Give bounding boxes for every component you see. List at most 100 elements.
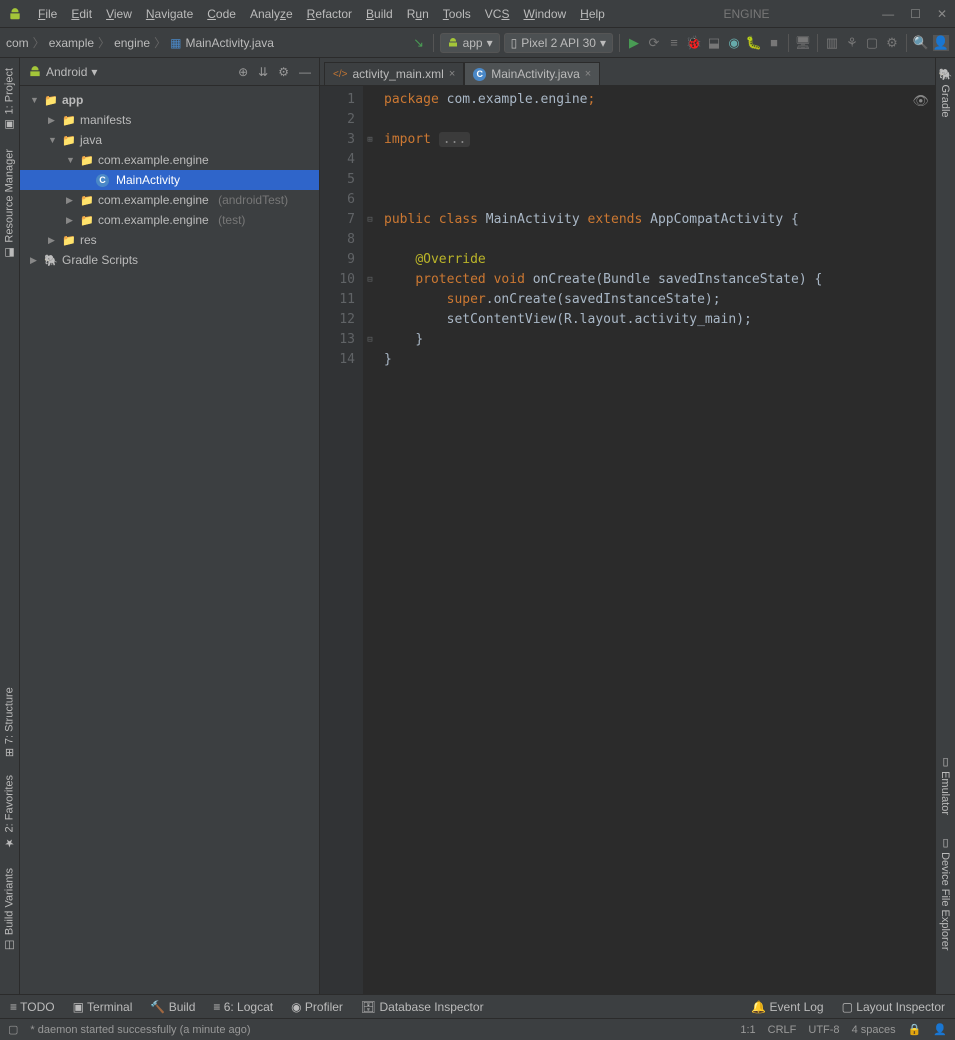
debug-icon[interactable]: 🐞: [686, 35, 702, 51]
close-tab-icon[interactable]: ×: [585, 68, 591, 80]
reader-mode-icon[interactable]: 👁: [912, 92, 929, 112]
user-icon[interactable]: 👤: [933, 35, 949, 51]
tree-node-app[interactable]: ▼📁app: [20, 90, 319, 110]
sdk-manager-icon[interactable]: ▥: [824, 35, 840, 51]
run-icon[interactable]: ▶: [626, 35, 642, 51]
sync-icon[interactable]: ↘: [411, 35, 427, 51]
gradle-icon: 🐘: [43, 254, 59, 267]
indent-setting[interactable]: 4 spaces: [852, 1024, 896, 1036]
stop-icon[interactable]: ■: [766, 35, 782, 51]
close-icon[interactable]: ✕: [937, 7, 947, 21]
bottom-tool-bar: ≡ TODO ▣ Terminal 🔨 Build ≡ 6: Logcat ◉ …: [0, 994, 955, 1018]
tree-node-package-test[interactable]: ▶📁com.example.engine (androidTest): [20, 190, 319, 210]
breadcrumb-item[interactable]: engine: [114, 36, 150, 50]
avd-manager-icon[interactable]: 🖥: [795, 35, 811, 51]
search-icon[interactable]: 🔍: [913, 35, 929, 51]
main-toolbar: com〉 example〉 engine〉 ▦ MainActivity.jav…: [0, 28, 955, 58]
run-config-selector[interactable]: app ▾: [440, 33, 500, 53]
tree-node-res[interactable]: ▶📁res: [20, 230, 319, 250]
left-tool-strip: ▣1: Project ◧Resource Manager ⊞7: Struct…: [0, 58, 20, 994]
coverage-icon[interactable]: ⬓: [706, 35, 722, 51]
tab-profiler[interactable]: ◉ Profiler: [291, 1000, 343, 1014]
tab-structure[interactable]: ⊞7: Structure: [1, 681, 18, 763]
menu-run[interactable]: Run: [401, 5, 435, 23]
menu-build[interactable]: Build: [360, 5, 399, 23]
tab-build-variants[interactable]: ◫Build Variants: [1, 862, 18, 958]
menu-bar: File Edit View Navigate Code Analyze Ref…: [0, 0, 955, 28]
tab-database[interactable]: 🗄 Database Inspector: [361, 1000, 484, 1014]
tab-emulator[interactable]: ▯ Emulator: [937, 749, 954, 821]
menu-refactor[interactable]: Refactor: [301, 5, 358, 23]
tab-event-log[interactable]: 🔔 Event Log: [751, 1000, 823, 1014]
menu-file[interactable]: File: [32, 5, 63, 23]
close-tab-icon[interactable]: ×: [449, 68, 455, 80]
editor-tabs: </> activity_main.xml × C MainActivity.j…: [320, 58, 935, 86]
menu-analyze[interactable]: Analyze: [244, 5, 299, 23]
android-icon: [28, 65, 42, 79]
menu-help[interactable]: Help: [574, 5, 611, 23]
tab-layout-inspector[interactable]: ▢ Layout Inspector: [842, 1000, 945, 1014]
apply-changes-icon[interactable]: ⟳: [646, 35, 662, 51]
tab-terminal[interactable]: ▣ Terminal: [73, 1000, 133, 1014]
tool-window-quick-access-icon[interactable]: ▢: [8, 1023, 18, 1036]
tab-resource-manager[interactable]: ◧Resource Manager: [1, 143, 18, 266]
class-icon: C: [473, 68, 486, 81]
menu-tools[interactable]: Tools: [437, 5, 477, 23]
lock-icon[interactable]: 🔒: [908, 1023, 922, 1036]
tree-node-package[interactable]: ▼📁com.example.engine: [20, 150, 319, 170]
menu-window[interactable]: Window: [517, 5, 572, 23]
inspection-icon[interactable]: 👤: [933, 1023, 947, 1036]
tree-node-gradle-scripts[interactable]: ▶🐘Gradle Scripts: [20, 250, 319, 270]
phone-icon: ▯: [511, 36, 518, 50]
tab-todo[interactable]: ≡ TODO: [10, 1000, 55, 1014]
target-icon[interactable]: ⊕: [238, 65, 248, 79]
profiler-icon[interactable]: ◉: [726, 35, 742, 51]
breadcrumb-item[interactable]: MainActivity.java: [185, 36, 273, 50]
editor-tab-xml[interactable]: </> activity_main.xml ×: [324, 62, 464, 85]
menu-edit[interactable]: Edit: [65, 5, 98, 23]
tab-project[interactable]: ▣1: Project: [1, 62, 18, 137]
editor-area: </> activity_main.xml × C MainActivity.j…: [320, 58, 935, 994]
cursor-position[interactable]: 1:1: [740, 1024, 755, 1036]
tree-node-main-activity[interactable]: C MainActivity: [20, 170, 319, 190]
tab-logcat[interactable]: ≡ 6: Logcat: [213, 1000, 273, 1014]
hide-icon[interactable]: —: [299, 65, 311, 79]
minimize-icon[interactable]: —: [882, 7, 894, 21]
attach-debugger-icon[interactable]: 🐛: [746, 35, 762, 51]
apply-code-icon[interactable]: ≡: [666, 35, 682, 51]
breadcrumb-item[interactable]: com: [6, 36, 29, 50]
collapse-icon[interactable]: ⇊: [258, 65, 268, 79]
editor-tab-java[interactable]: C MainActivity.java ×: [464, 62, 600, 85]
menu-view[interactable]: View: [100, 5, 138, 23]
xml-file-icon: </>: [333, 69, 347, 80]
tree-node-java[interactable]: ▼📁java: [20, 130, 319, 150]
file-encoding[interactable]: UTF-8: [808, 1024, 839, 1036]
menu-navigate[interactable]: Navigate: [140, 5, 199, 23]
line-separator[interactable]: CRLF: [768, 1024, 797, 1036]
tree-node-package-androidtest[interactable]: ▶📁com.example.engine (test): [20, 210, 319, 230]
device-selector[interactable]: ▯ Pixel 2 API 30 ▾: [504, 33, 613, 53]
fold-gutter: ⊞⊟⊟⊟: [364, 86, 376, 994]
tab-gradle[interactable]: 🐘 Gradle: [937, 62, 954, 124]
tree-node-manifests[interactable]: ▶📁manifests: [20, 110, 319, 130]
menu-vcs[interactable]: VCS: [479, 5, 516, 23]
tab-favorites[interactable]: ★2: Favorites: [1, 769, 18, 855]
gear-icon[interactable]: ⚙: [278, 65, 289, 79]
sidebar-view-selector[interactable]: Android ▾: [28, 65, 232, 79]
tab-build[interactable]: 🔨 Build: [150, 1000, 195, 1014]
code-editor[interactable]: 👁 1234567891011121314 ⊞⊟⊟⊟ package com.e…: [320, 86, 935, 994]
app-title: ENGINE: [613, 7, 880, 21]
tab-device-explorer[interactable]: ▯ Device File Explorer: [937, 830, 954, 956]
status-bar: ▢ * daemon started successfully (a minut…: [0, 1018, 955, 1040]
code-content[interactable]: package com.example.engine; import ... p…: [376, 86, 935, 994]
project-tree: ▼📁app ▶📁manifests ▼📁java ▼📁com.example.e…: [20, 86, 319, 994]
layout-inspector-icon[interactable]: ▢: [864, 35, 880, 51]
menu-code[interactable]: Code: [201, 5, 242, 23]
app-quality-icon[interactable]: ⚙: [884, 35, 900, 51]
breadcrumb-item[interactable]: example: [49, 36, 94, 50]
java-file-icon: ▦: [170, 36, 181, 50]
maximize-icon[interactable]: ☐: [910, 7, 921, 21]
project-sidebar: Android ▾ ⊕ ⇊ ⚙ — ▼📁app ▶📁manifests ▼📁ja…: [20, 58, 320, 994]
status-message: * daemon started successfully (a minute …: [30, 1024, 250, 1036]
resource-manager-icon[interactable]: ⚘: [844, 35, 860, 51]
